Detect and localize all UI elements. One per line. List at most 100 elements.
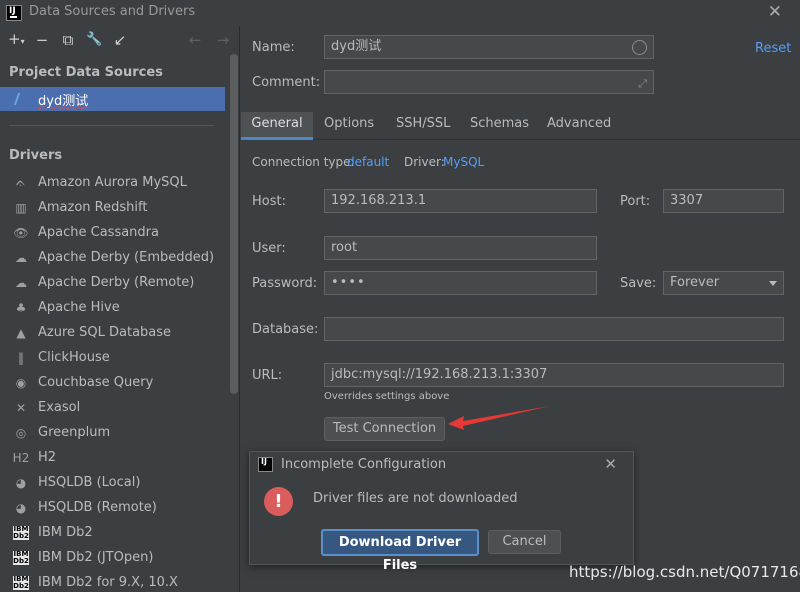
name-value: dyd测试	[331, 39, 382, 54]
driver-label: Exasol	[38, 400, 81, 415]
driver-item[interactable]: IBM Db2 IBM Db2 (JTOpen)	[0, 545, 225, 570]
navigate-icon[interactable]: ↙	[112, 32, 128, 48]
add-icon[interactable]: +▾	[8, 31, 25, 50]
db2-icon: IBM Db2	[13, 550, 29, 566]
expand-icon[interactable]: ⤢	[638, 73, 647, 95]
drivers-header: Drivers	[9, 148, 63, 163]
driver-label: ClickHouse	[38, 350, 110, 365]
database-field[interactable]	[324, 317, 784, 341]
sidebar-scrollbar[interactable]	[230, 54, 238, 394]
dialog-title: Incomplete Configuration	[281, 457, 447, 472]
incomplete-configuration-dialog: IJ Incomplete Configuration ✕ ! Driver f…	[249, 451, 634, 573]
driver-label: IBM Db2 for 9.X, 10.X	[38, 575, 178, 590]
cancel-button[interactable]: Cancel	[488, 530, 561, 554]
driver-item[interactable]: ‖ ClickHouse	[0, 345, 225, 370]
driver-label: IBM Db2 (JTOpen)	[38, 550, 154, 565]
connection-type-link[interactable]: default	[347, 155, 389, 169]
db2-logo: IBM Db2	[13, 524, 29, 540]
driver-item[interactable]: ▥ Amazon Redshift	[0, 195, 225, 220]
dolphin-icon: ᨊ	[15, 175, 27, 189]
derby-icon: ☁	[15, 275, 27, 290]
driver-label: Azure SQL Database	[38, 325, 172, 340]
tab-general[interactable]: General	[241, 112, 313, 140]
save-dropdown[interactable]: Forever	[663, 271, 784, 295]
driver-item[interactable]: IBM Db2 IBM Db2	[0, 520, 225, 545]
watermark: https://blog.csdn.net/Q0717168	[569, 563, 800, 581]
driver-label: Apache Derby (Embedded)	[38, 250, 215, 265]
dialog-message: Driver files are not downloaded	[313, 491, 518, 506]
user-label: User:	[252, 241, 286, 256]
data-source-item[interactable]: dyd测试	[0, 87, 225, 111]
left-panel: +▾ − ⧉ 🔧 ↙ ← → Project Data Sources dyd测…	[0, 26, 240, 592]
tab-options[interactable]: Options	[324, 112, 374, 140]
clickhouse-icon: ‖	[18, 350, 24, 365]
driver-label: Apache Derby (Remote)	[38, 275, 195, 290]
error-icon: !	[264, 487, 293, 516]
driver-label: IBM Db2	[38, 525, 93, 540]
close-icon[interactable]: ✕	[604, 455, 617, 473]
driver-label: Apache Hive	[38, 300, 120, 315]
derby-icon: ☁	[15, 250, 27, 265]
driver-item[interactable]: ◉ Couchbase Query	[0, 370, 225, 395]
reset-link[interactable]: Reset	[755, 41, 791, 56]
password-label: Password:	[252, 276, 318, 291]
tab-schemas[interactable]: Schemas	[470, 112, 529, 140]
forward-arrow-icon[interactable]: →	[215, 32, 231, 48]
driver-item[interactable]: ᨊ Amazon Aurora MySQL	[0, 170, 225, 195]
driver-item[interactable]: ▲ Azure SQL Database	[0, 320, 225, 345]
driver-label: Couchbase Query	[38, 375, 154, 390]
azure-icon: ▲	[16, 325, 26, 340]
driver-label: Amazon Redshift	[38, 200, 148, 215]
driver-item[interactable]: ◎ Greenplum	[0, 420, 225, 445]
close-icon[interactable]: ✕	[768, 2, 782, 22]
driver-label: Greenplum	[38, 425, 111, 440]
host-label: Host:	[252, 194, 286, 209]
divider	[9, 125, 214, 126]
driver-link[interactable]: MySQL	[443, 155, 484, 169]
tab-ssh-ssl[interactable]: SSH/SSL	[396, 112, 450, 140]
wrench-icon[interactable]: 🔧	[86, 32, 102, 48]
driver-list: ᨊ Amazon Aurora MySQL ▥ Amazon Redshift 👁 Apa…	[0, 170, 225, 592]
driver-item[interactable]: ♣ Apache Hive	[0, 295, 225, 320]
remove-icon[interactable]: −	[34, 32, 50, 48]
tab-advanced[interactable]: Advanced	[547, 112, 611, 140]
save-value: Forever	[670, 275, 720, 290]
db2-logo: IBM Db2	[13, 574, 29, 590]
driver-item[interactable]: IBM Db2 IBM Db2 for 9.X, 10.X	[0, 570, 225, 592]
driver-item[interactable]: ☁ Apache Derby (Embedded)	[0, 245, 225, 270]
driver-item[interactable]: 👁 Apache Cassandra	[0, 220, 225, 245]
connection-type-label: Connection type:	[252, 155, 355, 169]
driver-item[interactable]: H2 H2	[0, 445, 225, 470]
intellij-logo-icon: IJ	[258, 457, 273, 472]
window-title: Data Sources and Drivers	[29, 4, 196, 19]
exasol-icon: ✕	[15, 400, 27, 415]
back-arrow-icon[interactable]: ←	[187, 32, 203, 48]
db2-icon: IBM Db2	[13, 575, 29, 591]
color-circle-icon[interactable]	[632, 40, 647, 55]
duplicate-icon[interactable]: ⧉	[60, 32, 76, 48]
comment-field[interactable]: ⤢	[324, 70, 654, 94]
driver-label: Apache Cassandra	[38, 225, 159, 240]
driver-item[interactable]: ☁ Apache Derby (Remote)	[0, 270, 225, 295]
hsqldb-icon: ◕	[15, 500, 27, 515]
user-field[interactable]: root	[324, 236, 597, 260]
driver-item[interactable]: ✕ Exasol	[0, 395, 225, 420]
h2-icon: H2	[12, 450, 30, 465]
redshift-icon: ▥	[15, 200, 27, 215]
intellij-logo-icon: IJ	[6, 5, 22, 21]
driver-label: H2	[38, 450, 57, 465]
port-field[interactable]: 3307	[663, 189, 784, 213]
driver-label: HSQLDB (Local)	[38, 475, 141, 490]
greenplum-icon: ◎	[15, 425, 27, 440]
test-connection-button[interactable]: Test Connection	[324, 417, 445, 441]
annotation-arrow	[448, 406, 550, 430]
host-field[interactable]: 192.168.213.1	[324, 189, 597, 213]
db2-logo: IBM Db2	[13, 549, 29, 565]
driver-item[interactable]: ◕ HSQLDB (Local)	[0, 470, 225, 495]
driver-item[interactable]: ◕ HSQLDB (Remote)	[0, 495, 225, 520]
download-driver-files-button[interactable]: Download Driver Files	[321, 529, 479, 573]
hsqldb-icon: ◕	[15, 475, 27, 490]
url-field[interactable]: jdbc:mysql://192.168.213.1:3307	[324, 363, 784, 387]
name-field[interactable]: dyd测试	[324, 35, 654, 59]
password-field[interactable]: ••••	[324, 271, 597, 295]
